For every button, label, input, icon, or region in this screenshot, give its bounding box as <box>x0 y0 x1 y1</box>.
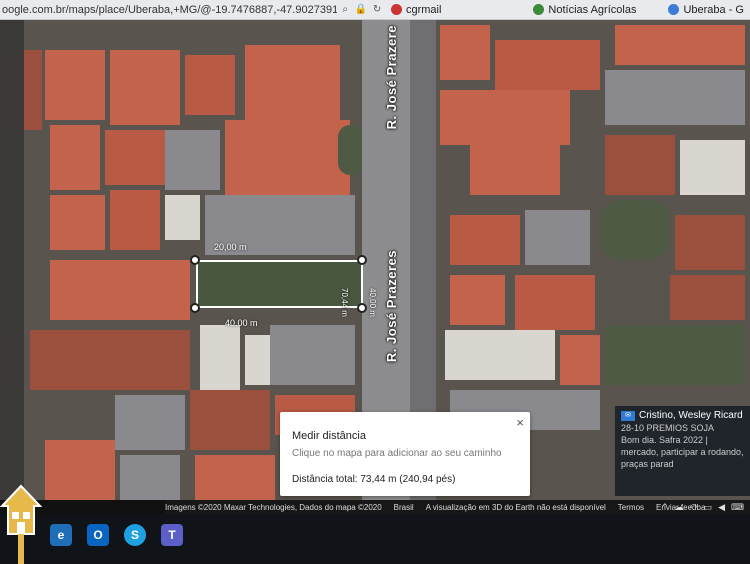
roof <box>225 120 350 195</box>
lock-icon[interactable]: 🔒 <box>355 4 367 16</box>
noticias-favicon-icon <box>533 4 545 15</box>
roof <box>450 215 520 265</box>
house-logo-icon <box>0 484 42 564</box>
roof <box>165 195 200 240</box>
roof <box>110 190 160 250</box>
measure-label-bottom: 40,00 m <box>225 318 258 328</box>
roof <box>45 440 115 500</box>
country-label[interactable]: Brasil <box>394 503 414 512</box>
measure-distance-panel: × Medir distância Clique no mapa para ad… <box>280 412 530 496</box>
roof <box>245 335 270 385</box>
roof <box>680 140 745 195</box>
tab-cgrmail[interactable]: cgrmail <box>385 0 447 20</box>
search-icon[interactable]: ⌕ <box>339 4 351 16</box>
measure-label-right-b: 40,00 m <box>368 288 377 317</box>
address-bar[interactable]: oogle.com.br/maps/place/Uberaba,+MG/@-19… <box>0 4 337 16</box>
roof <box>670 275 745 320</box>
outlook-icon[interactable]: O <box>87 524 109 546</box>
roof <box>270 325 355 385</box>
roof <box>45 50 105 120</box>
measure-area[interactable] <box>196 260 363 308</box>
measure-point[interactable] <box>190 255 200 265</box>
close-icon[interactable]: × <box>516 415 524 430</box>
roof <box>450 275 505 325</box>
roof <box>515 275 595 330</box>
roof <box>190 390 270 450</box>
roof <box>525 210 590 265</box>
measure-title: Medir distância <box>292 430 366 442</box>
tab-label: Uberaba - G <box>683 3 744 16</box>
roof <box>560 335 600 385</box>
teams-icon[interactable]: T <box>161 524 183 546</box>
wifi-icon[interactable]: ◠ <box>690 502 698 513</box>
keyboard-icon[interactable]: ⌨ <box>731 502 744 513</box>
measure-hint: Clique no mapa para adicionar ao seu cam… <box>292 448 502 459</box>
notification-body: Bom dia. Safra 2022 | mercado, participa… <box>621 435 744 469</box>
roof <box>605 70 745 125</box>
roof <box>200 325 240 390</box>
street-label-bottom: R. José Prazeres <box>384 250 399 363</box>
battery-icon[interactable]: ▭ <box>704 502 713 513</box>
measure-label-right-a: 70,44 m <box>340 288 349 317</box>
roof <box>495 40 600 90</box>
roof <box>470 145 560 195</box>
edge-icon[interactable]: e <box>50 524 72 546</box>
3d-notice: A visualização em 3D do Earth não está d… <box>425 502 606 512</box>
measure-point[interactable] <box>357 303 367 313</box>
street-label-top: R. José Prazere <box>384 25 399 130</box>
tree <box>338 125 363 175</box>
imagery-credit: Imagens ©2020 Maxar Technologies, Dados … <box>165 502 382 512</box>
roof <box>115 395 185 450</box>
roof <box>440 25 490 80</box>
roof <box>615 25 745 65</box>
taskbar <box>0 514 750 564</box>
roof <box>165 130 220 190</box>
gmail-favicon-icon <box>390 4 402 15</box>
sidewalk <box>0 20 24 500</box>
roof <box>245 45 340 125</box>
tab-uberaba[interactable]: Uberaba - G <box>662 0 750 20</box>
measure-point[interactable] <box>190 303 200 313</box>
notification-sender: Cristino, Wesley Ricard <box>639 410 743 421</box>
browser-toolbar: oogle.com.br/maps/place/Uberaba,+MG/@-19… <box>0 0 750 20</box>
roof <box>30 330 190 390</box>
terms-link[interactable]: Termos <box>618 503 644 512</box>
roof <box>675 215 745 270</box>
mail-icon: ✉ <box>621 411 635 421</box>
roof <box>120 455 180 500</box>
tab-label: cgrmail <box>405 3 442 16</box>
refresh-icon[interactable]: ↻ <box>371 4 383 16</box>
tree <box>600 200 670 260</box>
email-notification[interactable]: ✉ Cristino, Wesley Ricard 28-10 PREMIOS … <box>615 406 750 496</box>
volume-icon[interactable]: ◀ <box>718 502 725 513</box>
roof <box>195 455 275 500</box>
maps-favicon-icon <box>668 4 680 15</box>
tree <box>605 325 745 385</box>
roof <box>50 125 100 190</box>
roof <box>605 135 675 195</box>
roof <box>185 55 235 115</box>
roof <box>110 50 180 125</box>
skype-icon[interactable]: S <box>124 524 146 546</box>
tab-label: Notícias Agrícolas <box>548 3 637 16</box>
measure-total: Distância total: 73,44 m (240,94 pés) <box>292 474 456 485</box>
roof <box>50 260 190 320</box>
roof <box>440 90 570 145</box>
roof <box>105 130 165 185</box>
measure-label-top: 20,00 m <box>214 242 247 252</box>
chevron-up-icon[interactable]: ⌃ <box>661 502 669 513</box>
measure-point[interactable] <box>357 255 367 265</box>
notification-subject: 28-10 PREMIOS SOJA <box>621 423 715 433</box>
cloud-icon[interactable]: ☁ <box>675 502 684 513</box>
tab-noticias-agricolas[interactable]: Notícias Agrícolas <box>527 0 642 20</box>
roof <box>445 330 555 380</box>
roof <box>50 195 105 250</box>
system-tray: ⌃ ☁ ◠ ▭ ◀ ⌨ <box>655 502 744 513</box>
